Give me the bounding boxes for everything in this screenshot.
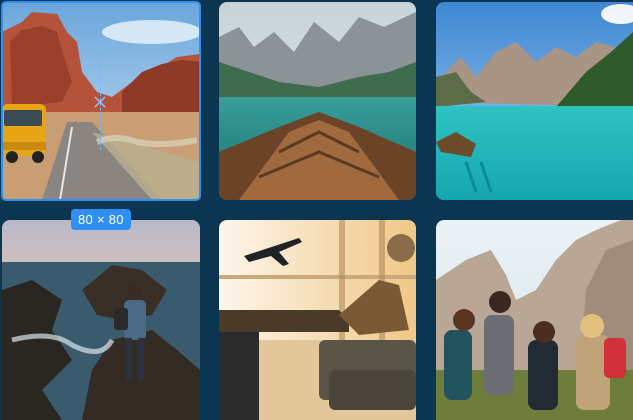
image-tile-turquoise-lake[interactable] [436,2,633,200]
image-tile-airport-traveler[interactable] [219,220,416,420]
crop-handle-icon[interactable] [92,94,108,110]
hiking-friends-photo [436,220,633,420]
boat-bow-lake-photo [219,2,416,200]
coastal-rock-hiker-photo [2,220,200,420]
image-tile-boat-lake[interactable] [219,2,416,200]
airport-traveler-photo [219,220,416,420]
image-grid: 80 × 80 [0,0,633,420]
turquoise-mountain-lake-photo [436,2,633,200]
size-badge: 80 × 80 [71,209,131,230]
image-tile-coastal-hiker[interactable] [2,220,200,420]
image-tile-hiking-friends[interactable] [436,220,633,420]
